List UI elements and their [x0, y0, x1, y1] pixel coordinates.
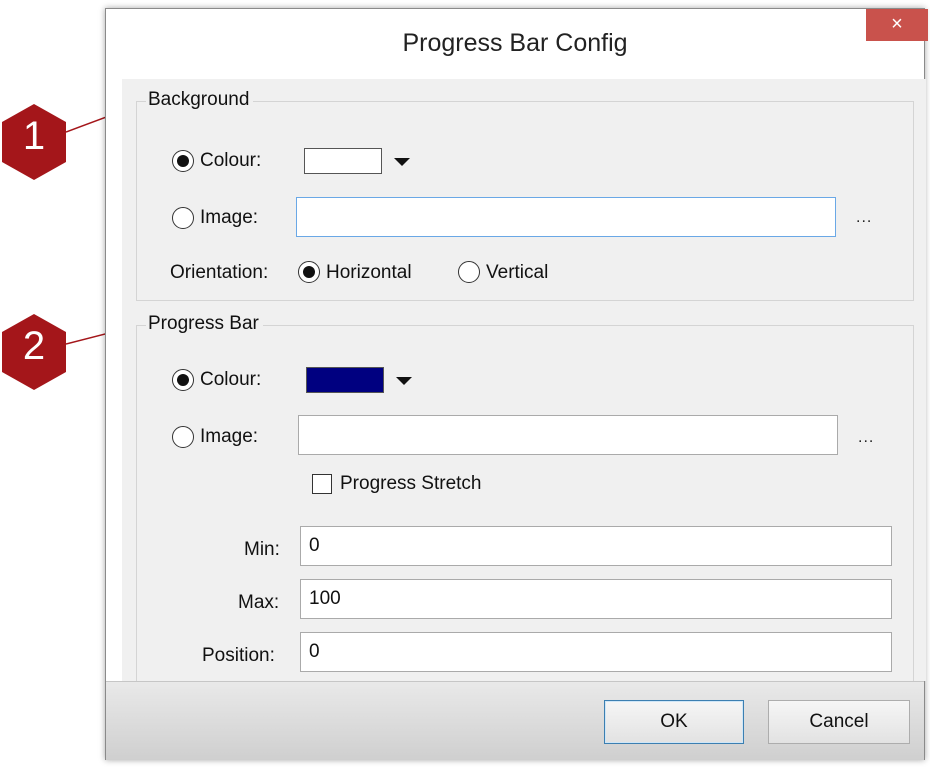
progress-image-radio[interactable]: [172, 426, 194, 448]
background-browse-button[interactable]: ...: [856, 209, 872, 227]
progress-image-label[interactable]: Image:: [200, 426, 258, 448]
title-bar[interactable]: Progress Bar Config ×: [106, 9, 928, 79]
orientation-vertical-radio[interactable]: [458, 261, 480, 283]
chevron-down-icon[interactable]: [396, 377, 412, 385]
background-image-label[interactable]: Image:: [200, 207, 258, 229]
dialog-footer: OK Cancel: [106, 681, 924, 760]
orientation-horizontal-radio[interactable]: [298, 261, 320, 283]
position-field[interactable]: [300, 632, 892, 672]
background-colour-swatch[interactable]: [304, 148, 382, 174]
progress-colour-label[interactable]: Colour:: [200, 369, 261, 391]
orientation-label: Orientation:: [170, 262, 269, 283]
background-colour-radio[interactable]: [172, 150, 194, 172]
position-label: Position:: [202, 645, 275, 666]
background-image-radio[interactable]: [172, 207, 194, 229]
background-image-field[interactable]: [296, 197, 836, 237]
min-field[interactable]: [300, 526, 892, 566]
close-button[interactable]: ×: [866, 9, 928, 41]
close-icon: ×: [891, 13, 903, 35]
progress-image-field[interactable]: [298, 415, 838, 455]
progress-colour-swatch[interactable]: [306, 367, 384, 393]
progress-colour-radio[interactable]: [172, 369, 194, 391]
callout-number: 2: [22, 324, 46, 368]
progress-bar-legend: Progress Bar: [146, 313, 263, 335]
cancel-button[interactable]: Cancel: [768, 700, 910, 744]
progress-stretch-label[interactable]: Progress Stretch: [340, 473, 482, 495]
chevron-down-icon[interactable]: [394, 158, 410, 166]
progress-stretch-checkbox[interactable]: [312, 474, 332, 494]
ok-button[interactable]: OK: [604, 700, 744, 744]
progress-bar-config-dialog: Progress Bar Config × Background Colour:…: [105, 8, 928, 760]
max-label: Max:: [238, 592, 280, 613]
min-label: Min:: [244, 539, 280, 560]
dialog-body: Background Colour: Image: ... Orientatio…: [122, 79, 926, 682]
orientation-vertical-label[interactable]: Vertical: [486, 262, 548, 284]
dialog-title: Progress Bar Config: [402, 29, 628, 57]
progress-browse-button[interactable]: ...: [858, 429, 874, 447]
orientation-horizontal-label[interactable]: Horizontal: [326, 262, 412, 284]
callout-number: 1: [22, 114, 46, 158]
background-legend: Background: [146, 89, 254, 111]
background-colour-label[interactable]: Colour:: [200, 150, 261, 172]
max-field[interactable]: [300, 579, 892, 619]
